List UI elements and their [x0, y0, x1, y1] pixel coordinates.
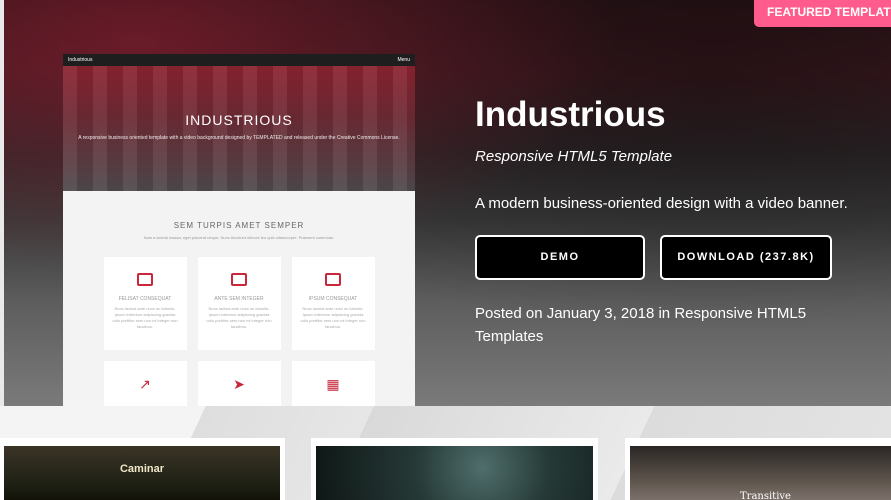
- preview-card: ➤: [197, 361, 281, 406]
- preview-banner-title: INDUSTRIOUS: [185, 112, 293, 128]
- template-thumbnail[interactable]: Caminar: [4, 446, 280, 500]
- preview-body: SEM TURPIS AMET SEMPER Nam a lacinia mas…: [63, 191, 415, 406]
- preview-card: IPSUM CONSEQUAT Nunc lacinia ante nunc a…: [291, 257, 375, 350]
- preview-brand: Industrious: [68, 57, 93, 63]
- preview-cards-row2: ↗ ➤ ▦: [63, 361, 415, 406]
- save-icon: [325, 273, 341, 286]
- preview-card-label: FELISAT CONSEQUAT: [118, 296, 172, 302]
- template-description: A modern business-oriented design with a…: [475, 195, 848, 212]
- preview-card: ▦: [291, 361, 375, 406]
- preview-card-text: Nunc lacinia ante nunc ac lobortis. Ipsu…: [300, 306, 366, 329]
- demo-button[interactable]: DEMO: [475, 235, 645, 280]
- id-card-icon: [137, 273, 153, 286]
- template-subtitle: Responsive HTML5 Template: [475, 148, 673, 165]
- preview-card: ↗: [103, 361, 187, 406]
- thumbnail-title: Transitive: [740, 491, 791, 500]
- posted-date: Posted on January 3, 2018 in: [475, 305, 675, 322]
- preview-section-heading: SEM TURPIS AMET SEMPER: [173, 221, 305, 230]
- paper-plane-icon: ➤: [233, 376, 245, 392]
- thumbnail-title: Caminar: [119, 463, 165, 475]
- template-thumbnail[interactable]: Transitive: [630, 446, 891, 500]
- template-thumbnail[interactable]: [316, 446, 593, 500]
- preview-card: FELISAT CONSEQUAT Nunc lacinia ante nunc…: [103, 257, 187, 350]
- template-preview-image[interactable]: Industrious Menu INDUSTRIOUS A responsiv…: [63, 54, 415, 406]
- preview-banner-text: A responsive business oriented template …: [78, 135, 400, 141]
- preview-menu: Menu: [397, 57, 410, 63]
- preview-card-text: Nunc lacinia ante nunc ac lobortis. Ipsu…: [112, 306, 178, 329]
- featured-badge: FEATURED TEMPLATE: [754, 0, 891, 27]
- preview-cards: FELISAT CONSEQUAT Nunc lacinia ante nunc…: [63, 257, 415, 350]
- preview-banner: INDUSTRIOUS A responsive business orient…: [63, 66, 415, 191]
- qrcode-icon: ▦: [326, 376, 340, 392]
- preview-section-text: Nam a lacinia massa, eget placerat neque…: [143, 235, 335, 240]
- template-title[interactable]: Industrious: [475, 95, 666, 135]
- template-card[interactable]: Transitive: [625, 438, 891, 500]
- download-button[interactable]: DOWNLOAD (237.8K): [660, 235, 832, 280]
- download-label: DOWNLOAD: [677, 251, 756, 263]
- preview-header: Industrious Menu: [63, 54, 415, 66]
- preview-card-text: Nunc lacinia ante nunc ac lobortis. Ipsu…: [206, 306, 272, 329]
- copy-icon: [231, 273, 247, 286]
- template-card[interactable]: Caminar: [0, 438, 285, 500]
- preview-card-label: ANTE SEM INTEGER: [214, 296, 264, 302]
- download-size: (237.8K): [759, 251, 815, 263]
- chart-line-icon: ↗: [139, 376, 151, 392]
- preview-card-label: IPSUM CONSEQUAT: [308, 296, 358, 302]
- template-card[interactable]: [311, 438, 598, 500]
- posted-info: Posted on January 3, 2018 in Responsive …: [475, 302, 835, 348]
- preview-card: ANTE SEM INTEGER Nunc lacinia ante nunc …: [197, 257, 281, 350]
- featured-hero: FEATURED TEMPLATE Industrious Menu INDUS…: [4, 0, 891, 406]
